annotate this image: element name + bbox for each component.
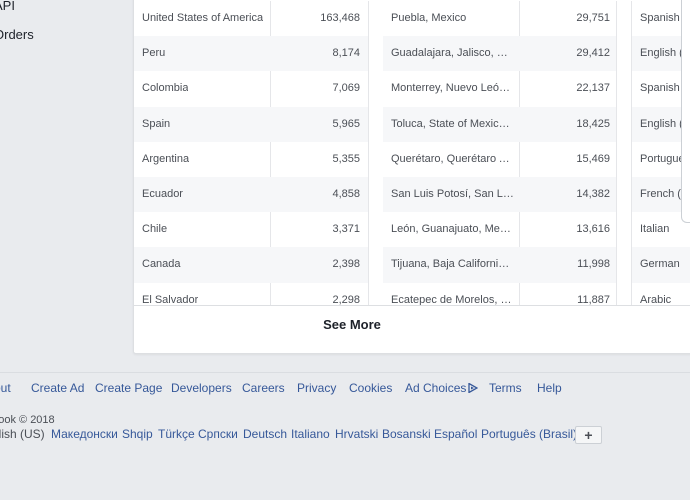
table-row: Toluca, State of Mexico,... 18,425 (383, 106, 616, 142)
footer-link[interactable]: Careers (242, 381, 285, 395)
row-label: Puebla, Mexico (391, 12, 467, 24)
row-label: Ecatepec de Morelos, St... (391, 293, 515, 306)
footer-link[interactable]: Create Page (95, 381, 162, 395)
row-label: León, Guanajuato, Mexico (391, 223, 515, 236)
cities-table: Puebla, Mexico 29,751 Guadalajara, Jalisco… (383, 1, 617, 306)
table-row: Chile 3,371 (134, 212, 368, 247)
row-label: Arabic (640, 293, 672, 306)
row-value: 163,468 (320, 12, 360, 24)
adchoices-icon (468, 383, 479, 393)
row-value: 29,751 (576, 12, 610, 24)
row-value: 18,425 (576, 117, 610, 130)
table-row: Tijuana, Baja California, ... 11,998 (383, 247, 616, 283)
row-label: Peru (142, 47, 166, 60)
table-row: United States of America 163,468 (134, 1, 368, 36)
language-link[interactable]: Deutsch (243, 427, 287, 441)
audience-panel: United States of America 163,468 Peru 8,174… (133, 0, 690, 354)
row-label: Ecuador (142, 188, 183, 200)
language-link[interactable]: Српски (198, 427, 238, 441)
row-label: Guadalajara, Jalisco, M... (391, 47, 515, 60)
row-label: Toluca, State of Mexico,... (391, 117, 515, 130)
language-link[interactable]: Türkçe (158, 427, 195, 441)
language-link[interactable]: Português (Brasil) (481, 427, 577, 441)
table-row: Peru 8,174 (134, 36, 368, 72)
language-link[interactable]: Shqip (122, 427, 153, 441)
footer-divider (0, 372, 690, 373)
table-row: Guadalajara, Jalisco, M... 29,412 (383, 36, 616, 72)
row-value: 2,298 (332, 293, 360, 306)
row-label: El Salvador (142, 293, 199, 306)
table-row: Argentina 5,355 (134, 142, 368, 177)
row-value: 4,858 (332, 188, 360, 200)
dropdown-scrollbar[interactable] (681, 0, 690, 223)
language-link[interactable]: Македонски (51, 427, 118, 441)
footer-link[interactable]: Help (537, 381, 562, 395)
row-label: Canada (142, 258, 181, 271)
footer-link[interactable]: Privacy (297, 381, 336, 395)
countries-table: United States of America 163,468 Peru 8,174… (134, 1, 369, 306)
row-label: Argentina (142, 152, 190, 165)
row-value: 8,174 (332, 47, 360, 60)
sidebar-item-orders[interactable]: Orders (0, 27, 34, 42)
table-row: German (632, 247, 690, 283)
footer-link[interactable]: Terms (489, 381, 522, 395)
row-value: 22,137 (576, 82, 610, 95)
table-row: León, Guanajuato, Mexico 13,616 (383, 212, 616, 247)
see-more-button[interactable]: See More (134, 305, 690, 352)
row-value: 3,371 (332, 223, 360, 236)
add-language-button[interactable]: + (575, 426, 602, 444)
language-link[interactable]: Italiano (291, 427, 330, 441)
row-label: Colombia (142, 82, 189, 95)
footer-link[interactable]: out (0, 381, 11, 395)
language-link[interactable]: Hrvatski (335, 427, 378, 441)
row-value: 15,469 (576, 152, 610, 165)
row-value: 11,887 (577, 293, 610, 306)
row-label: Spain (142, 117, 171, 130)
language-link[interactable]: Bosanski (382, 427, 431, 441)
table-row: Colombia 7,069 (134, 71, 368, 106)
footer-link[interactable]: Cookies (349, 381, 392, 395)
row-value: 11,998 (577, 258, 610, 271)
row-label: San Luis Potosí, San Lui... (391, 188, 515, 200)
row-value: 14,382 (576, 188, 610, 200)
language-link: glish (US) (0, 427, 45, 441)
table-row: Spain 5,965 (134, 106, 368, 142)
table-row: Monterrey, Nuevo León, ... 22,137 (383, 71, 616, 106)
row-value: 5,355 (332, 152, 360, 165)
table-row: Canada 2,398 (134, 247, 368, 283)
row-value: 29,412 (576, 47, 610, 60)
sidebar-item-api[interactable]: API (0, 0, 15, 13)
row-label: Chile (142, 223, 168, 236)
row-label: Italian (640, 223, 670, 236)
footer-link[interactable]: Create Ad (31, 381, 84, 395)
table-row: Puebla, Mexico 29,751 (383, 1, 616, 36)
language-link[interactable]: Español (434, 427, 477, 441)
copyright-text: ebook © 2018 (0, 414, 55, 426)
table-row: Ecuador 4,858 (134, 177, 368, 213)
row-label: German (640, 258, 680, 271)
row-value: 7,069 (332, 82, 360, 95)
row-value: 2,398 (332, 258, 360, 271)
row-value: 5,965 (332, 117, 360, 130)
table-row: San Luis Potosí, San Lui... 14,382 (383, 177, 616, 213)
row-label: Monterrey, Nuevo León, ... (391, 82, 515, 95)
row-value: 13,616 (576, 223, 610, 236)
row-label: Tijuana, Baja California, ... (391, 258, 515, 271)
table-row: Querétaro, Querétaro Ar... 15,469 (383, 142, 616, 177)
row-label: United States of America (142, 12, 264, 24)
footer-link[interactable]: Developers (171, 381, 232, 395)
row-label: Querétaro, Querétaro Ar... (391, 152, 515, 165)
footer-link[interactable]: Ad Choices (405, 381, 479, 395)
